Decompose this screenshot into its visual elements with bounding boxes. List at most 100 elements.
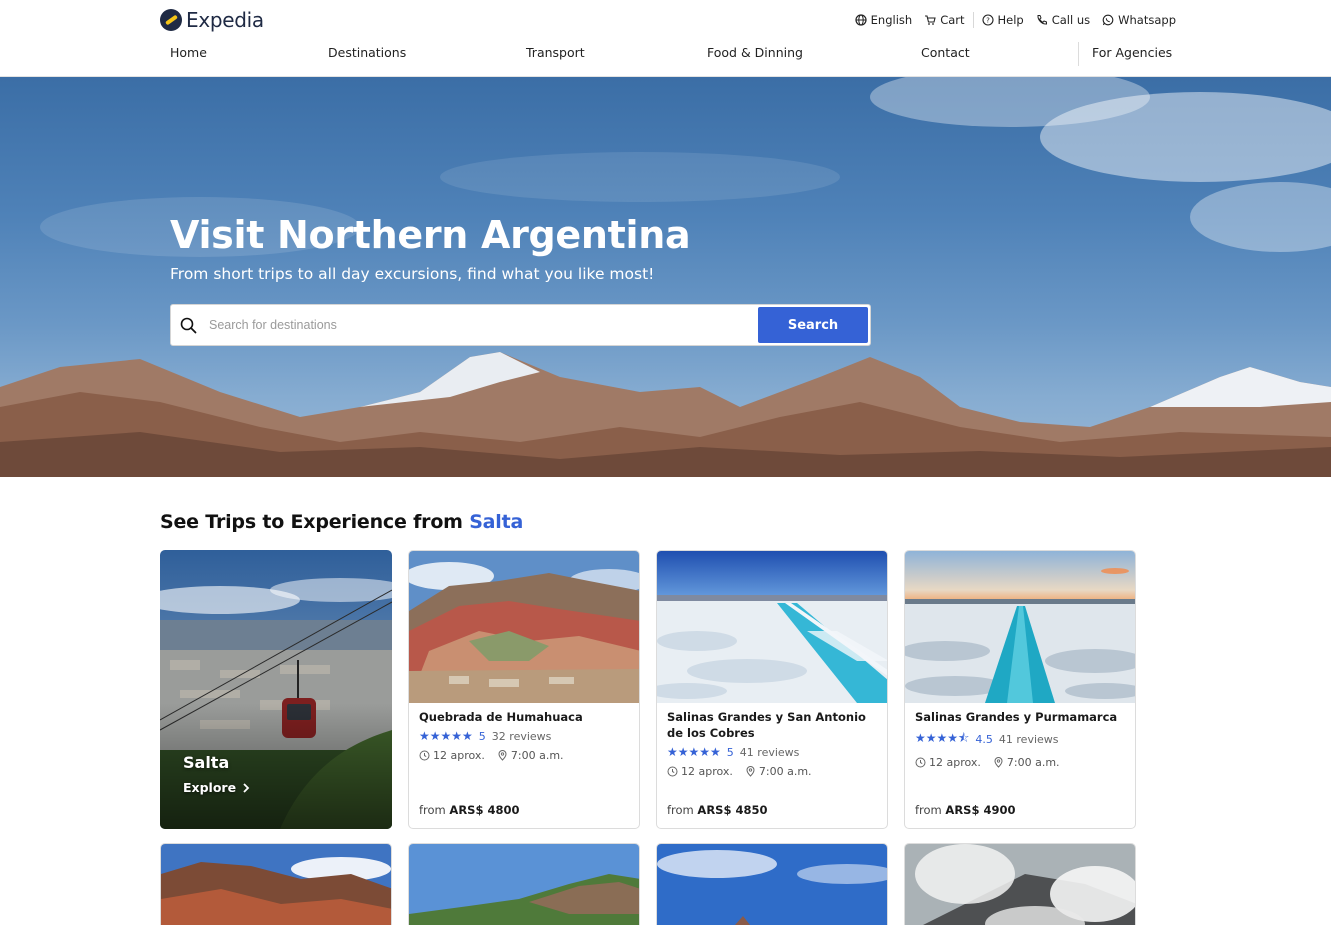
help-link[interactable]: ? Help	[976, 12, 1030, 28]
trip-departure: 7:00 a.m.	[745, 765, 812, 778]
price-prefix: from	[915, 803, 942, 817]
trip-title: Salinas Grandes y Purmamarca	[915, 710, 1118, 724]
call-link[interactable]: Call us	[1030, 12, 1096, 28]
star-rating-icon: ★★★★⯪	[915, 731, 970, 745]
trip-card[interactable]: Salinas Grandes y Purmamarca ★★★★⯪ 4.5 4…	[904, 550, 1136, 829]
whatsapp-label: Whatsapp	[1118, 13, 1176, 27]
humahuaca-hills-image	[409, 551, 639, 703]
trip-card[interactable]	[656, 843, 888, 925]
trip-image	[905, 551, 1135, 703]
duration-value: 12 aprox.	[433, 749, 485, 762]
trip-card[interactable]: Salinas Grandes y San Antonio de los Cob…	[656, 550, 888, 829]
location-pin-icon	[994, 757, 1003, 768]
whatsapp-icon	[1102, 14, 1114, 26]
trip-rating: ★★★★⯪ 4.5 41 reviews	[915, 729, 1125, 750]
trip-departure: 7:00 a.m.	[497, 749, 564, 762]
main-nav: Home Destinations Transport Food & Dinni…	[0, 42, 1331, 66]
review-count[interactable]: 41 reviews	[999, 733, 1059, 746]
trip-duration: 12 aprox.	[419, 749, 485, 762]
nav-transport[interactable]: Transport	[526, 45, 585, 60]
section-title-prefix: See Trips to Experience from	[160, 511, 470, 533]
feature-city-name: Salta	[183, 753, 230, 772]
cart-label: Cart	[940, 13, 965, 27]
brand-name: Expedia	[186, 8, 264, 32]
language-selector[interactable]: English	[849, 12, 919, 28]
cart-icon	[925, 15, 936, 25]
duration-value: 12 aprox.	[929, 756, 981, 769]
price-prefix: from	[419, 803, 446, 817]
price-amount: ARS$ 4800	[449, 803, 520, 817]
hero-mountains	[0, 352, 1331, 477]
globe-icon	[855, 14, 867, 26]
trip-rating: ★★★★★ 5 32 reviews	[419, 729, 629, 743]
departure-time: 7:00 a.m.	[510, 749, 564, 762]
trip-meta: 12 aprox. 7:00 a.m.	[419, 749, 629, 762]
trip-price: from ARS$ 4900	[915, 803, 1015, 817]
green-valley-image	[409, 844, 639, 925]
search-icon	[180, 317, 197, 334]
nav-destinations[interactable]: Destinations	[328, 45, 406, 60]
trip-price: from ARS$ 4800	[419, 803, 519, 817]
clock-icon	[915, 757, 926, 768]
review-count[interactable]: 41 reviews	[740, 746, 800, 759]
svg-text:?: ?	[986, 17, 990, 25]
section-title-city[interactable]: Salta	[469, 511, 523, 533]
trip-card[interactable]: Quebrada de Humahuaca ★★★★★ 5 32 reviews…	[408, 550, 640, 829]
trip-meta: 12 aprox. 7:00 a.m.	[667, 765, 877, 778]
location-pin-icon	[746, 766, 755, 777]
trip-details: Quebrada de Humahuaca ★★★★★ 5 32 reviews…	[409, 703, 639, 828]
utility-divider	[972, 12, 974, 28]
section-title: See Trips to Experience from Salta	[160, 511, 523, 533]
hero-subtitle: From short trips to all day excursions, …	[170, 265, 655, 283]
trip-meta: 12 aprox. 7:00 a.m.	[915, 756, 1125, 769]
phone-icon	[1037, 15, 1047, 25]
red-mountains-image	[161, 844, 391, 925]
departure-time: 7:00 a.m.	[758, 765, 812, 778]
utility-bar: English Cart ? Help Call us Whatsapp	[849, 12, 1182, 28]
brand-logo[interactable]: Expedia	[160, 8, 264, 32]
language-label: English	[870, 13, 913, 27]
chevron-right-icon	[243, 782, 250, 793]
nav-contact[interactable]: Contact	[921, 45, 970, 60]
trip-departure: 7:00 a.m.	[993, 756, 1060, 769]
trip-card[interactable]	[160, 843, 392, 925]
search-button[interactable]: Search	[758, 307, 868, 343]
star-rating-icon: ★★★★★	[419, 729, 473, 743]
trip-card[interactable]	[904, 843, 1136, 925]
rating-value: 4.5	[975, 733, 993, 746]
price-amount: ARS$ 4900	[945, 803, 1016, 817]
nav-food-dinning[interactable]: Food & Dinning	[707, 45, 803, 60]
trip-details: Salinas Grandes y San Antonio de los Cob…	[657, 703, 887, 828]
clock-icon	[419, 750, 430, 761]
trip-title: Salinas Grandes y San Antonio de los Cob…	[667, 710, 866, 740]
nav-for-agencies[interactable]: For Agencies	[1092, 45, 1172, 60]
salinas-grandes-image	[657, 551, 887, 703]
location-pin-icon	[498, 750, 507, 761]
rating-value: 5	[478, 729, 486, 743]
rating-value: 5	[726, 745, 734, 759]
call-label: Call us	[1051, 13, 1091, 27]
top-header: Expedia English Cart ? Help Call us What…	[0, 0, 1331, 77]
trip-image	[409, 551, 639, 703]
hero-title: Visit Northern Argentina	[170, 213, 691, 257]
expedia-logo-icon	[160, 9, 182, 31]
explore-link[interactable]: Explore	[183, 780, 250, 795]
search-input[interactable]	[209, 309, 749, 341]
trip-rating: ★★★★★ 5 41 reviews	[667, 745, 877, 759]
hero-banner: Visit Northern Argentina From short trip…	[0, 77, 1331, 477]
help-label: Help	[997, 13, 1024, 27]
trip-price: from ARS$ 4850	[667, 803, 767, 817]
price-prefix: from	[667, 803, 694, 817]
cart-link[interactable]: Cart	[918, 12, 970, 28]
destination-feature-card[interactable]: Salta Explore	[160, 550, 392, 829]
help-icon: ?	[981, 14, 994, 26]
geysers-image	[905, 844, 1135, 925]
star-rating-icon: ★★★★★	[667, 745, 721, 759]
trip-card[interactable]	[408, 843, 640, 925]
trip-duration: 12 aprox.	[667, 765, 733, 778]
whatsapp-link[interactable]: Whatsapp	[1096, 12, 1182, 28]
explore-label: Explore	[183, 780, 237, 795]
review-count[interactable]: 32 reviews	[492, 730, 552, 743]
price-amount: ARS$ 4850	[697, 803, 768, 817]
nav-home[interactable]: Home	[170, 45, 207, 60]
